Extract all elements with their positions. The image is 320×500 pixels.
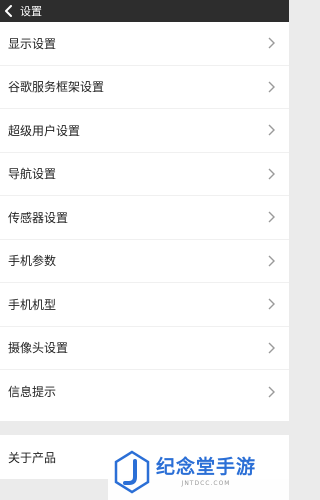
- settings-item-label: 谷歌服务框架设置: [8, 80, 105, 95]
- settings-item-navigation[interactable]: 导航设置: [0, 153, 289, 196]
- settings-item-label: 摄像头设置: [8, 341, 69, 356]
- chevron-left-icon: [5, 5, 12, 17]
- settings-item-label: 关于产品: [8, 450, 57, 465]
- settings-list: 显示设置 谷歌服务框架设置 超级用户设置 导航设置 传感器设置 手机参数 手机机…: [0, 22, 289, 421]
- settings-item-label: 手机机型: [8, 297, 57, 312]
- settings-item-camera[interactable]: 摄像头设置: [0, 327, 289, 370]
- section-divider: [0, 421, 289, 435]
- top-bar: 设置: [0, 0, 289, 22]
- chevron-right-icon: [268, 298, 275, 310]
- settings-item-label: 传感器设置: [8, 210, 69, 225]
- settings-item-superuser[interactable]: 超级用户设置: [0, 109, 289, 153]
- chevron-right-icon: [268, 81, 275, 93]
- chevron-right-icon: [268, 211, 275, 223]
- settings-item-label: 信息提示: [8, 385, 57, 400]
- settings-item-display[interactable]: 显示设置: [0, 22, 289, 66]
- page-title: 设置: [20, 5, 42, 18]
- chevron-right-icon: [268, 37, 275, 49]
- watermark-domain: JNTDCC.COM: [181, 480, 231, 487]
- settings-item-label: 导航设置: [8, 167, 57, 182]
- settings-item-sensors[interactable]: 传感器设置: [0, 196, 289, 240]
- watermark: 纪念堂手游 JNTDCC.COM: [108, 443, 289, 500]
- watermark-logo-icon: [114, 450, 150, 494]
- settings-item-notifications[interactable]: 信息提示: [0, 370, 289, 414]
- chevron-right-icon: [268, 342, 275, 354]
- settings-item-phone-params[interactable]: 手机参数: [0, 240, 289, 283]
- settings-item-label: 显示设置: [8, 36, 57, 51]
- settings-item-label: 超级用户设置: [8, 123, 81, 138]
- chevron-right-icon: [268, 168, 275, 180]
- watermark-brand: 纪念堂手游: [156, 456, 257, 478]
- chevron-right-icon: [268, 255, 275, 267]
- settings-item-google-services[interactable]: 谷歌服务框架设置: [0, 66, 289, 109]
- back-button[interactable]: [0, 0, 18, 22]
- chevron-right-icon: [268, 124, 275, 136]
- settings-item-label: 手机参数: [8, 254, 57, 269]
- chevron-right-icon: [268, 386, 275, 398]
- settings-item-phone-model[interactable]: 手机机型: [0, 283, 289, 327]
